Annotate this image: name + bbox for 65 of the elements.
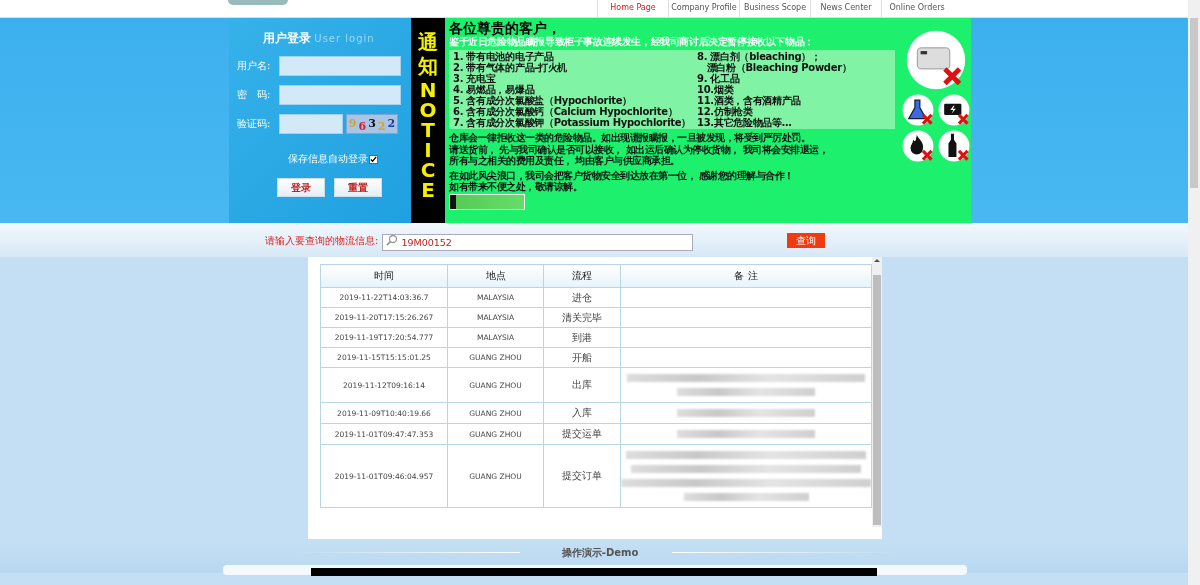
table-cell: 进仓 <box>543 287 621 308</box>
logo-shape <box>228 0 288 5</box>
captcha-image: 96322 <box>346 114 398 134</box>
field-label: 密 码: <box>237 88 272 102</box>
flask-icon <box>902 94 934 126</box>
battery-icon <box>938 94 970 126</box>
list-item: 9. 化工品 <box>697 73 740 84</box>
nav-link[interactable]: Home Page <box>597 0 668 17</box>
column-header: 地点 <box>447 264 544 288</box>
table-cell: 出库 <box>543 367 621 403</box>
list-item: 3. 充电宝 <box>453 73 496 84</box>
list-item: 漂白粉（Bleaching Powder） <box>705 62 852 73</box>
column-header: 备 注 <box>620 264 872 288</box>
nav-link[interactable]: News Center <box>810 0 881 17</box>
username-field[interactable] <box>279 56 401 76</box>
list-item: 4. 易燃品，易爆品 <box>453 84 535 95</box>
table-cell: 到港 <box>543 327 621 348</box>
search-label: 请输入要查询的物流信息: <box>265 233 379 248</box>
notice-text: 在如此风尖浪口，我司会把客户货物安全到达放在第一位， 感谢您的理解与合作！ <box>449 169 795 181</box>
table-cell: 提交运单 <box>543 423 621 445</box>
login-subtitle: User login <box>314 33 375 44</box>
list-item: 11.酒类，含有酒精产品 <box>697 95 803 106</box>
page-scrollbar[interactable] <box>1190 18 1198 188</box>
scrollbar[interactable] <box>872 257 882 527</box>
captcha-field[interactable] <box>279 114 343 134</box>
login-title: 用户登录 <box>263 30 312 47</box>
table-cell: 开船 <box>543 347 621 368</box>
column-header: 流程 <box>543 264 621 288</box>
list-item: 6. 含有成分次氯酸钙（Calcium Hypochlorite） <box>453 106 678 117</box>
nav-link[interactable]: Online Orders <box>881 0 952 17</box>
remember-label: 保存信息自动登录 <box>288 152 368 166</box>
list-item: 5. 含有成分次氯酸盐（Hypochlorite） <box>453 95 632 106</box>
notice-text: 所有与之相关的费用及责任， 均由客户与供应商承担。 <box>449 155 680 167</box>
demo-title: 操作演示-Demo <box>561 546 639 560</box>
nav-link[interactable]: Business Scope <box>739 0 810 17</box>
bottle-icon <box>938 130 970 162</box>
notice-text: 仓库会一律拒收这一类的危险物品。如出现谎报瞒报，一旦被发现，将受到严厉处罚。 <box>449 132 811 143</box>
password-field[interactable] <box>279 85 401 105</box>
list-item: 12.仿制枪类 <box>697 106 753 117</box>
reset-button[interactable]: 重置 <box>333 178 382 197</box>
notice-greeting: 各位尊贵的客户， <box>449 20 561 36</box>
nav-link[interactable]: Company Profile <box>668 0 739 17</box>
field-label: 用户名: <box>237 59 272 73</box>
list-item: 7. 含有成分次氯酸钾（Potassium Hypochlorite） <box>453 117 691 128</box>
notice-heading: 通知 <box>418 30 438 78</box>
table-cell: 提交订单 <box>543 444 621 508</box>
login-button[interactable]: 登录 <box>276 178 325 197</box>
notice-text: 请送货前， 先与我司确认是否可以接收， 如出运后确认为停收货物， 我司将会安排退运， <box>449 143 830 155</box>
table-cell: 入库 <box>543 402 621 424</box>
power-bank-icon <box>906 30 966 90</box>
search-field[interactable]: 19M00152 <box>382 233 694 251</box>
table-cell: 清关完毕 <box>543 307 621 328</box>
list-item: 2. 带有气体的产品-打火机 <box>453 62 569 73</box>
notice-text: 如有带来不便之处，敬请谅解。 <box>449 181 582 193</box>
search-button[interactable]: 查询 <box>787 233 826 248</box>
list-item: 1. 带有电池的电子产品 <box>453 51 554 62</box>
list-item: 8. 漂白剂（bleaching）； <box>697 51 821 62</box>
notice-heading: NOTICE <box>418 80 438 200</box>
fire-icon <box>902 130 934 162</box>
list-item: 13.其它危险物品等… <box>697 117 793 128</box>
list-item: 10.烟类 <box>697 84 734 95</box>
field-label: 验证码: <box>237 117 272 131</box>
column-header: 时间 <box>320 264 448 288</box>
notice-intro: 鉴于近日危险物品瞒报导致柜子事故连续发生，经我司商讨后决定暂停接收以下物品： <box>449 36 815 48</box>
remember-checkbox[interactable] <box>369 154 378 164</box>
